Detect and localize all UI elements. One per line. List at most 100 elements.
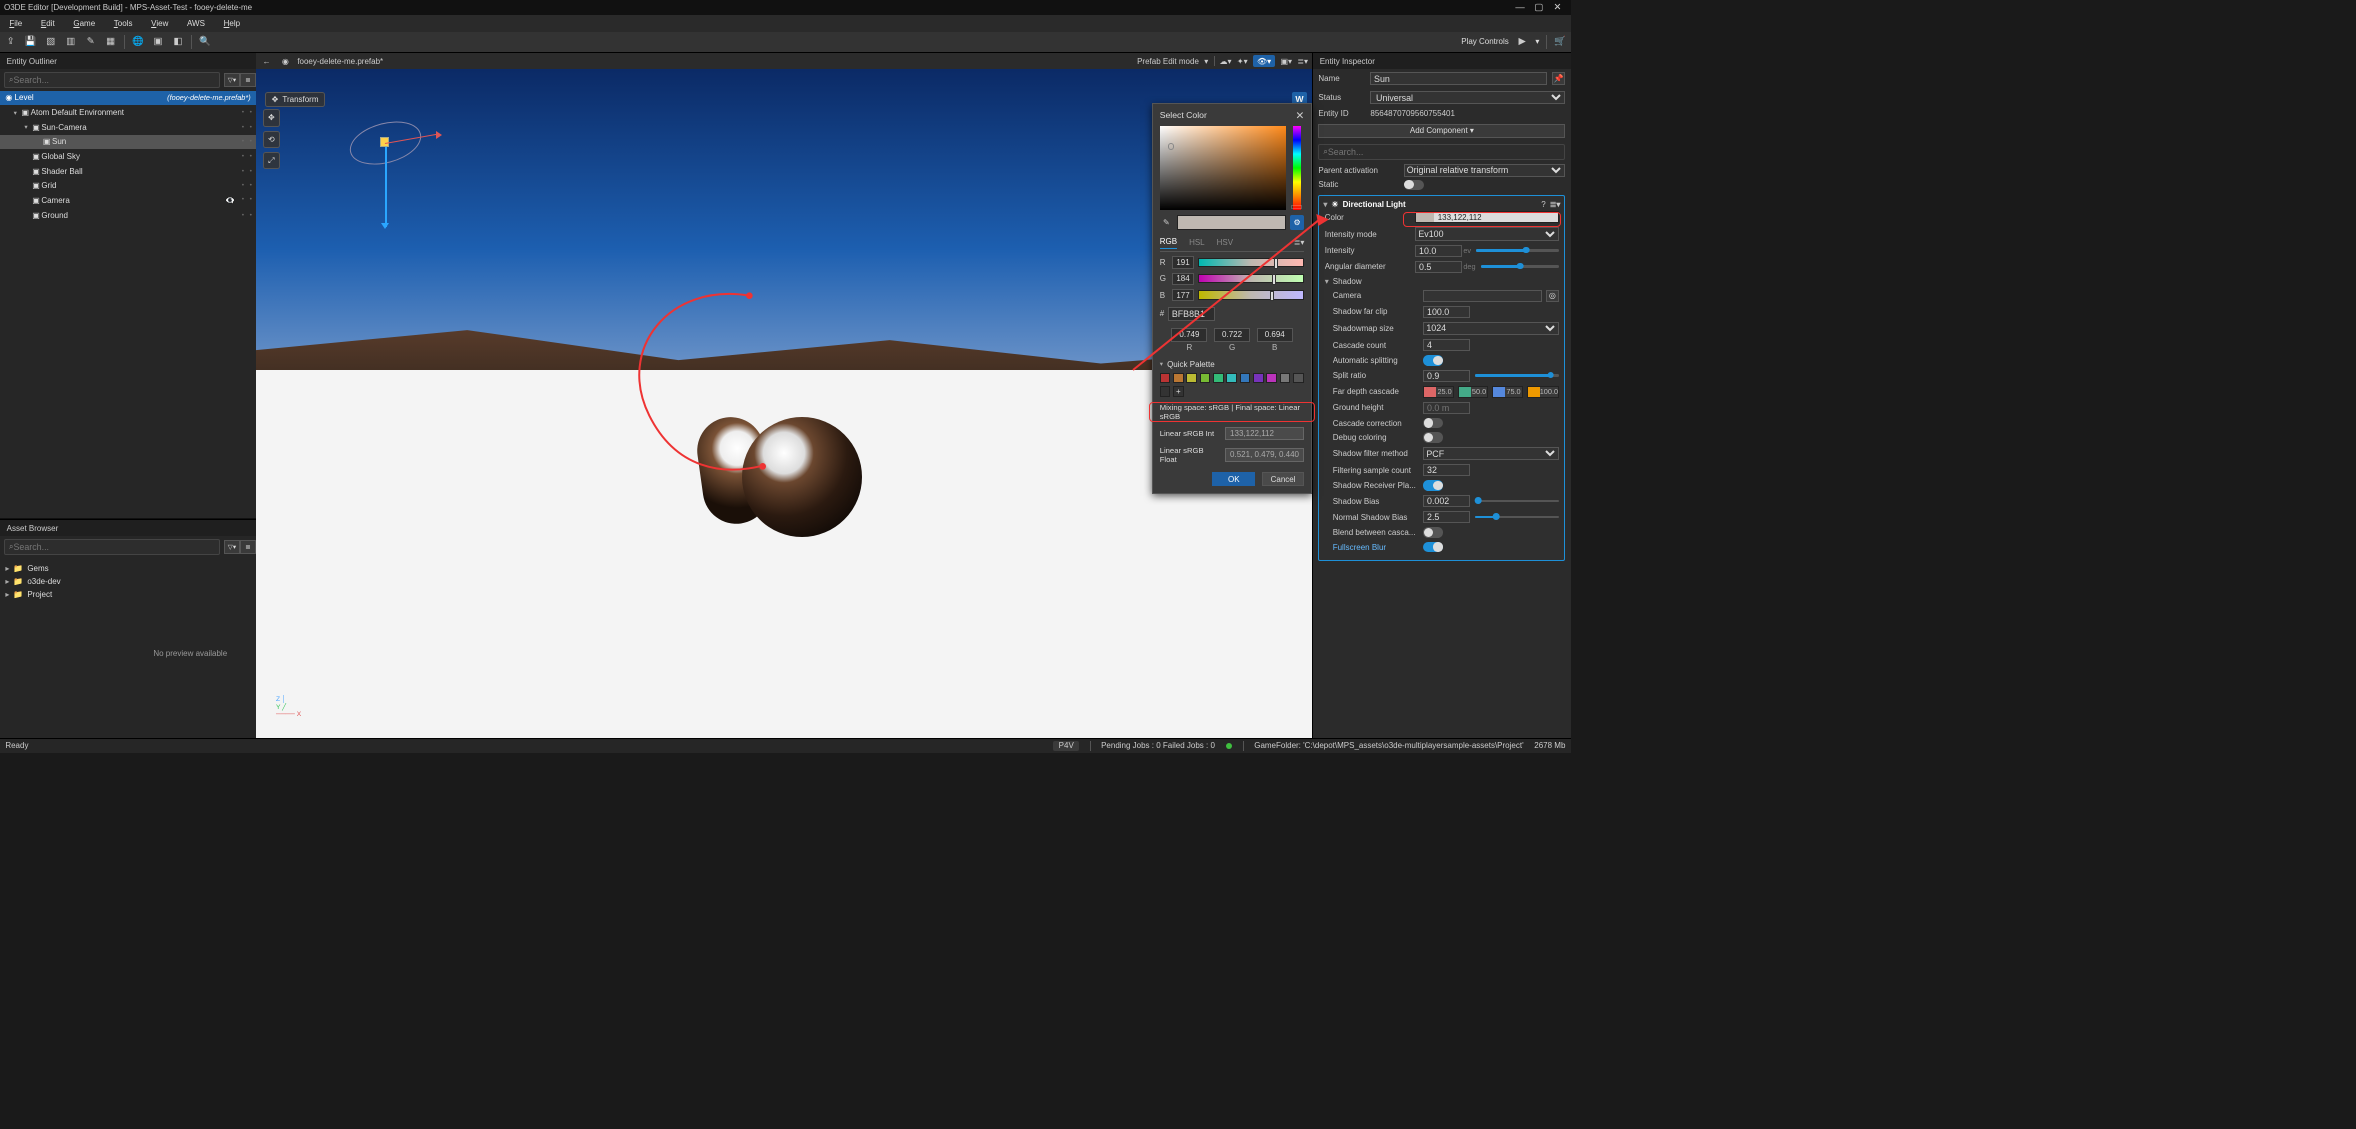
prefab-edit-mode[interactable]: Prefab Edit mode bbox=[1137, 57, 1199, 66]
viewport-option-icon[interactable]: ☁▾ bbox=[1220, 57, 1232, 66]
color-tabs-menu[interactable]: ≣▾ bbox=[1294, 238, 1305, 247]
close-icon[interactable]: ✕ bbox=[1295, 109, 1304, 122]
minimize-button[interactable]: — bbox=[1511, 2, 1530, 12]
viewport-option-icon[interactable]: ≣▾ bbox=[1297, 57, 1308, 66]
viewport-option-icon[interactable]: ▣▾ bbox=[1280, 57, 1292, 66]
menu-file[interactable]: FFileile bbox=[0, 19, 32, 28]
linear-int-field[interactable]: 133,122,112 bbox=[1225, 427, 1304, 441]
menu-edit[interactable]: Edit bbox=[32, 19, 64, 28]
p4v-button[interactable]: P4V bbox=[1053, 741, 1079, 751]
scale-tool-button[interactable]: ⤢ bbox=[263, 152, 280, 169]
float-r[interactable]: 0.749 bbox=[1171, 328, 1207, 342]
tab-hsv[interactable]: HSV bbox=[1217, 238, 1233, 247]
add-component-button[interactable]: Add Component ▾ bbox=[1318, 124, 1565, 139]
palette-swatch[interactable] bbox=[1226, 373, 1237, 384]
asset-browser-tab[interactable]: Asset Browser bbox=[0, 519, 256, 536]
asset-folder-row[interactable]: ▸📁Project bbox=[5, 588, 250, 601]
palette-swatch[interactable] bbox=[1253, 373, 1264, 384]
shadow-far-clip-field[interactable] bbox=[1423, 306, 1470, 318]
tree-row[interactable]: ▣Grid• • bbox=[0, 179, 256, 194]
palette-swatch[interactable] bbox=[1186, 373, 1197, 384]
tool-icon[interactable]: ▥ bbox=[64, 35, 77, 48]
rotate-tool-button[interactable]: ⟲ bbox=[263, 131, 280, 148]
receiver-plane-toggle[interactable] bbox=[1423, 480, 1443, 491]
filter-button[interactable]: ▽▾ bbox=[224, 73, 240, 86]
viewport-tab[interactable]: fooey-delete-me.prefab* bbox=[297, 57, 383, 66]
tool-icon[interactable]: ▣ bbox=[151, 35, 164, 48]
tool-icon[interactable]: ▦ bbox=[104, 35, 117, 48]
float-b[interactable]: 0.694 bbox=[1257, 328, 1293, 342]
tool-icon[interactable]: ◧ bbox=[171, 35, 184, 48]
tree-row[interactable]: ▣Ground• • bbox=[0, 208, 256, 223]
menu-aws[interactable]: AWS bbox=[178, 19, 215, 28]
angular-diameter-field[interactable] bbox=[1415, 261, 1462, 273]
fullscreen-blur-toggle[interactable] bbox=[1423, 542, 1443, 553]
globe-icon[interactable]: 🌐 bbox=[131, 35, 144, 48]
hex-input[interactable] bbox=[1168, 307, 1215, 322]
filter-button[interactable]: ▽▾ bbox=[224, 540, 240, 553]
tab-hsl[interactable]: HSL bbox=[1189, 238, 1205, 247]
intensity-field[interactable] bbox=[1415, 245, 1462, 257]
tree-row[interactable]: ▣Sun• • bbox=[0, 135, 256, 150]
parent-activation-select[interactable]: Original relative transform bbox=[1404, 164, 1566, 177]
g-value[interactable]: 184 bbox=[1172, 273, 1195, 285]
cascade-correction-toggle[interactable] bbox=[1423, 418, 1443, 429]
inspector-search-input[interactable] bbox=[1328, 147, 1561, 157]
add-palette-icon[interactable]: + bbox=[1173, 386, 1184, 397]
palette-swatch[interactable] bbox=[1200, 373, 1211, 384]
list-mode-button[interactable]: ≣ bbox=[240, 540, 256, 553]
tree-row[interactable]: ▣Camera👁‍🗨• • bbox=[0, 193, 256, 208]
depth-cascade-chip[interactable]: 50.0 bbox=[1458, 386, 1488, 398]
tool-icon[interactable]: ▧ bbox=[44, 35, 57, 48]
angular-diameter-slider[interactable] bbox=[1481, 265, 1559, 268]
play-icon[interactable]: ▶ bbox=[1515, 35, 1528, 48]
menu-tools[interactable]: Tools bbox=[104, 19, 141, 28]
component-menu-icon[interactable]: ≣▾ bbox=[1550, 200, 1561, 209]
entity-inspector-tab[interactable]: Entity Inspector bbox=[1313, 52, 1571, 69]
settings-icon[interactable]: ⚙ bbox=[1290, 215, 1305, 230]
search-icon[interactable]: 🔍 bbox=[198, 35, 211, 48]
palette-swatch[interactable] bbox=[1266, 373, 1277, 384]
shadow-bias-field[interactable] bbox=[1423, 495, 1470, 507]
outliner-search-input[interactable] bbox=[13, 75, 215, 85]
cascade-count-field[interactable] bbox=[1423, 339, 1470, 351]
back-button[interactable]: ← bbox=[260, 57, 273, 66]
entity-name-input[interactable] bbox=[1370, 72, 1546, 85]
menu-game[interactable]: Game bbox=[64, 19, 104, 28]
menu-view[interactable]: View bbox=[142, 19, 178, 28]
viewport-option-icon[interactable]: ✦▾ bbox=[1237, 57, 1248, 66]
target-icon[interactable]: ◎ bbox=[1546, 290, 1559, 302]
split-ratio-slider[interactable] bbox=[1475, 374, 1559, 377]
asset-folder-row[interactable]: ▸📁o3de-dev bbox=[5, 575, 250, 588]
tool-icon[interactable]: ⇪ bbox=[4, 35, 17, 48]
palette-swatch[interactable] bbox=[1213, 373, 1224, 384]
level-row[interactable]: ◉ Level (fooey-delete-me.prefab*) bbox=[0, 91, 256, 106]
tool-icon[interactable]: ✎ bbox=[84, 35, 97, 48]
debug-coloring-toggle[interactable] bbox=[1423, 432, 1443, 443]
normal-bias-field[interactable] bbox=[1423, 511, 1470, 523]
r-value[interactable]: 191 bbox=[1172, 256, 1195, 268]
autosplit-toggle[interactable] bbox=[1423, 355, 1443, 366]
palette-swatch[interactable] bbox=[1160, 373, 1171, 384]
move-tool-button[interactable]: ✥ bbox=[263, 109, 280, 126]
normal-bias-slider[interactable] bbox=[1475, 516, 1559, 519]
shadow-filter-select[interactable]: PCF bbox=[1423, 447, 1559, 460]
entity-outliner-tab[interactable]: Entity Outliner bbox=[0, 52, 256, 69]
cancel-button[interactable]: Cancel bbox=[1262, 472, 1305, 487]
split-ratio-field[interactable] bbox=[1423, 370, 1470, 382]
depth-cascade-chip[interactable]: 100.0 bbox=[1527, 386, 1559, 398]
palette-swatch[interactable] bbox=[1280, 373, 1291, 384]
close-window-button[interactable]: ✕ bbox=[1548, 2, 1567, 13]
pin-icon[interactable]: 📌 bbox=[1552, 72, 1565, 85]
list-mode-button[interactable]: ≣ bbox=[240, 73, 256, 86]
float-g[interactable]: 0.722 bbox=[1214, 328, 1250, 342]
g-slider[interactable] bbox=[1198, 274, 1304, 283]
r-slider[interactable] bbox=[1198, 258, 1304, 267]
tree-row[interactable]: ▣Shader Ball• • bbox=[0, 164, 256, 179]
hue-slider[interactable] bbox=[1293, 126, 1301, 210]
cart-icon[interactable]: 🛒 bbox=[1553, 35, 1566, 48]
b-slider[interactable] bbox=[1198, 290, 1304, 299]
palette-swatch[interactable] bbox=[1160, 386, 1171, 397]
eyedropper-icon[interactable]: ✎ bbox=[1160, 218, 1173, 227]
asset-folder-row[interactable]: ▸📁Gems bbox=[5, 562, 250, 575]
